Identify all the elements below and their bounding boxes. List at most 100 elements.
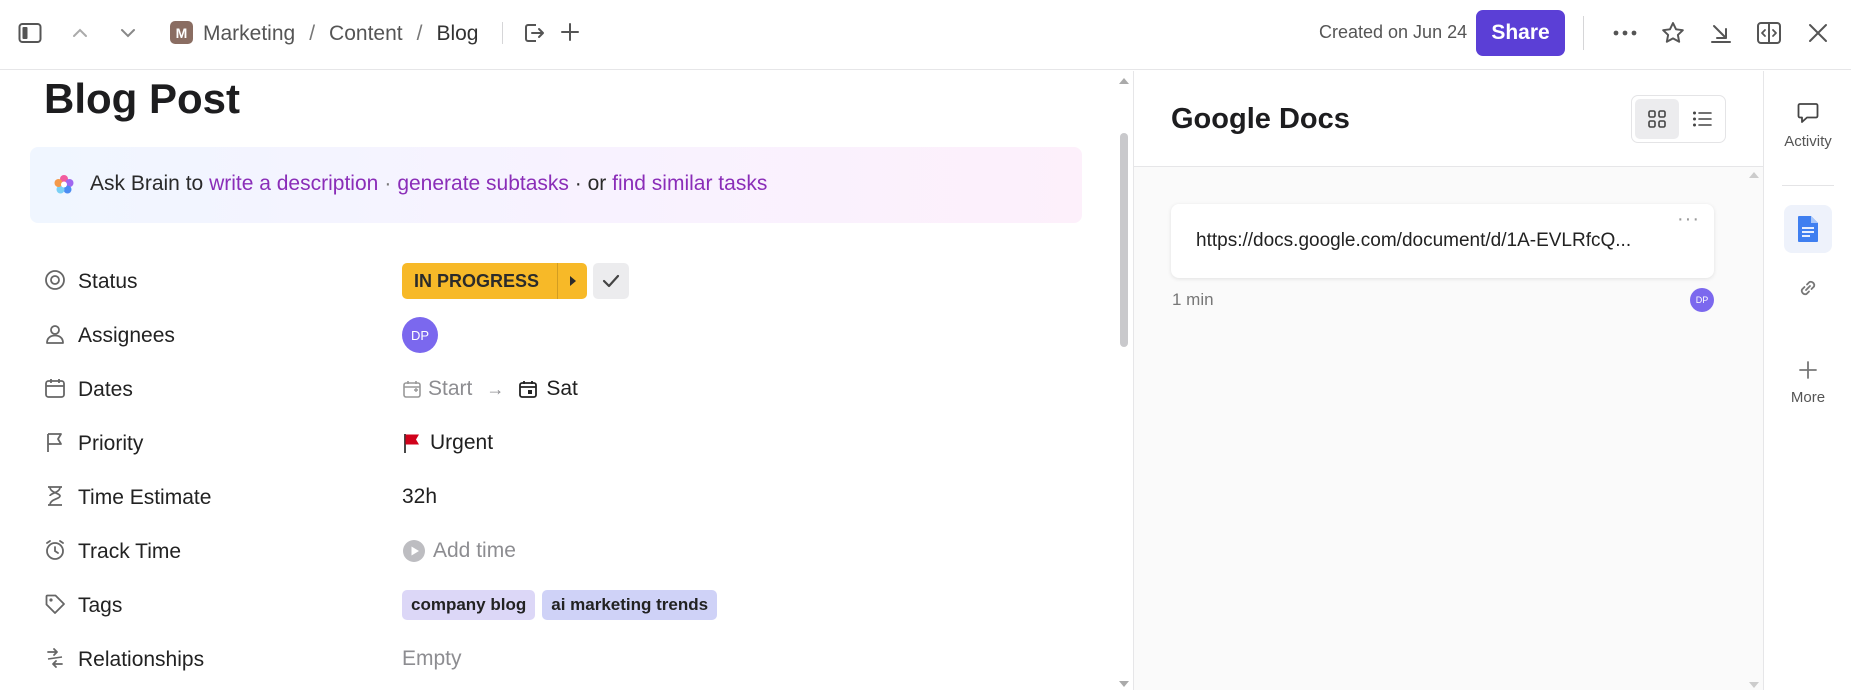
play-icon[interactable] xyxy=(402,539,426,563)
sidebar-toggle-icon[interactable] xyxy=(18,22,42,44)
priority-label: Priority xyxy=(78,432,144,455)
rail-activity[interactable]: Activity xyxy=(1764,101,1851,150)
caret-right-icon[interactable] xyxy=(557,263,587,299)
due-date[interactable]: Sat xyxy=(546,377,578,401)
share-button[interactable]: Share xyxy=(1476,10,1565,56)
field-relationships: Relationships Empty xyxy=(44,639,1084,679)
divider xyxy=(1583,16,1584,50)
breadcrumb-item-content[interactable]: Content xyxy=(329,22,403,46)
scroll-down-icon[interactable] xyxy=(1748,681,1760,689)
scroll-down-icon[interactable] xyxy=(1118,680,1130,688)
person-icon xyxy=(44,323,66,345)
complete-check-button[interactable] xyxy=(593,263,630,299)
field-status: Status IN PROGRESS xyxy=(44,261,1084,301)
minimize-icon[interactable] xyxy=(1709,21,1733,45)
chevron-up-icon[interactable] xyxy=(70,24,90,42)
tags-value: company blog ai marketing trends xyxy=(402,585,724,625)
google-docs-icon xyxy=(1784,205,1832,253)
scroll-up-icon[interactable] xyxy=(1118,77,1130,85)
relationships-label: Relationships xyxy=(78,648,205,671)
grid-view-button[interactable] xyxy=(1635,99,1679,139)
field-assignees: Assignees DP xyxy=(44,315,1084,355)
time-estimate-value[interactable]: 32h xyxy=(402,477,437,517)
more-label: More xyxy=(1790,389,1826,406)
assignee-avatar[interactable]: DP xyxy=(402,317,438,353)
breadcrumb-separator: / xyxy=(416,22,423,45)
priority-value[interactable]: Urgent xyxy=(402,423,493,463)
field-dates: Dates Start → Sat xyxy=(44,369,1084,409)
ask-brain-banner: Ask Brain to write a description · generat… xyxy=(30,147,1082,223)
add-icon[interactable] xyxy=(559,21,581,43)
field-tags: Tags company blog ai marketing trends xyxy=(44,585,1084,625)
star-icon[interactable] xyxy=(1660,20,1686,46)
rail-google-docs[interactable] xyxy=(1764,205,1851,253)
layout-toggle-icon[interactable] xyxy=(1756,20,1782,46)
list-view-button[interactable] xyxy=(1680,99,1724,139)
panel-header: Google Docs xyxy=(1134,71,1764,167)
status-pill[interactable]: IN PROGRESS xyxy=(402,263,588,299)
brain-or: · or xyxy=(574,172,607,195)
urgent-flag-icon xyxy=(402,432,422,454)
doc-url[interactable]: https://docs.google.com/document/d/1A-EV… xyxy=(1196,230,1631,252)
more-options-icon[interactable] xyxy=(1612,22,1638,44)
close-icon[interactable] xyxy=(1806,21,1830,45)
generate-subtasks-link[interactable]: generate subtasks xyxy=(397,172,569,195)
tags-label: Tags xyxy=(78,594,123,617)
view-toggle xyxy=(1631,95,1726,143)
date-arrow: → xyxy=(486,378,505,399)
find-similar-tasks-link[interactable]: find similar tasks xyxy=(612,172,767,195)
field-time-estimate: Time Estimate 32h xyxy=(44,477,1084,517)
doc-card[interactable]: https://docs.google.com/document/d/1A-EV… xyxy=(1171,204,1714,278)
top-bar: M Marketing / Content / Blog Created on … xyxy=(0,0,1851,70)
doc-more-options[interactable]: ··· xyxy=(1677,208,1700,231)
move-task-icon[interactable] xyxy=(522,21,546,45)
space-avatar[interactable]: M xyxy=(170,21,193,44)
status-value: IN PROGRESS xyxy=(402,261,630,301)
dates-label: Dates xyxy=(78,378,133,401)
start-date[interactable]: Start xyxy=(428,377,472,401)
scroll-thumb[interactable] xyxy=(1120,133,1128,347)
status-text: IN PROGRESS xyxy=(414,270,540,291)
created-date: Created on Jun 24 xyxy=(1319,22,1468,42)
main-scrollbar[interactable] xyxy=(1118,77,1130,690)
field-track-time: Track Time Add time xyxy=(44,531,1084,571)
breadcrumb-item-marketing[interactable]: Marketing xyxy=(203,22,295,46)
dates-value: Start → Sat xyxy=(402,369,578,409)
separator-dot: · xyxy=(384,172,392,195)
right-rail: Activity More xyxy=(1763,71,1851,690)
due-date-icon[interactable] xyxy=(518,379,538,399)
relationships-value[interactable]: Empty xyxy=(402,639,462,679)
doc-time: 1 min xyxy=(1172,290,1214,309)
status-icon xyxy=(44,269,66,291)
panel-title: Google Docs xyxy=(1171,103,1350,135)
brain-prefix: Ask Brain to xyxy=(90,172,204,195)
grid-icon xyxy=(1648,110,1666,128)
relationship-icon xyxy=(44,647,66,669)
breadcrumb-separator: / xyxy=(309,22,316,45)
assignees-label: Assignees xyxy=(78,324,175,347)
start-date-icon[interactable] xyxy=(402,379,422,399)
divider xyxy=(502,22,503,44)
google-docs-panel: Google Docs https://docs.google.com/docu… xyxy=(1133,71,1764,690)
rail-links[interactable] xyxy=(1764,276,1851,300)
calendar-icon xyxy=(44,377,66,399)
tag-chip[interactable]: ai marketing trends xyxy=(542,590,718,620)
task-title[interactable]: Blog Post xyxy=(44,75,240,123)
link-icon xyxy=(1796,276,1820,300)
priority-text: Urgent xyxy=(430,431,494,454)
write-description-link[interactable]: write a description xyxy=(209,172,378,195)
track-time-label: Track Time xyxy=(78,540,182,563)
doc-author-avatar: DP xyxy=(1690,288,1714,312)
rail-divider xyxy=(1782,185,1834,186)
scroll-up-icon[interactable] xyxy=(1748,171,1760,179)
rail-more[interactable]: More xyxy=(1764,359,1851,406)
track-time-value[interactable]: Add time xyxy=(402,531,516,571)
breadcrumb: Marketing / Content / Blog xyxy=(203,22,478,46)
tag-chip[interactable]: company blog xyxy=(402,590,536,620)
breadcrumb-item-blog[interactable]: Blog xyxy=(436,22,478,46)
alarm-clock-icon xyxy=(44,539,66,561)
field-priority: Priority Urgent xyxy=(44,423,1084,463)
flag-outline-icon xyxy=(44,431,66,453)
chevron-down-icon[interactable] xyxy=(118,24,138,42)
panel-scrollbar[interactable] xyxy=(1748,171,1760,689)
